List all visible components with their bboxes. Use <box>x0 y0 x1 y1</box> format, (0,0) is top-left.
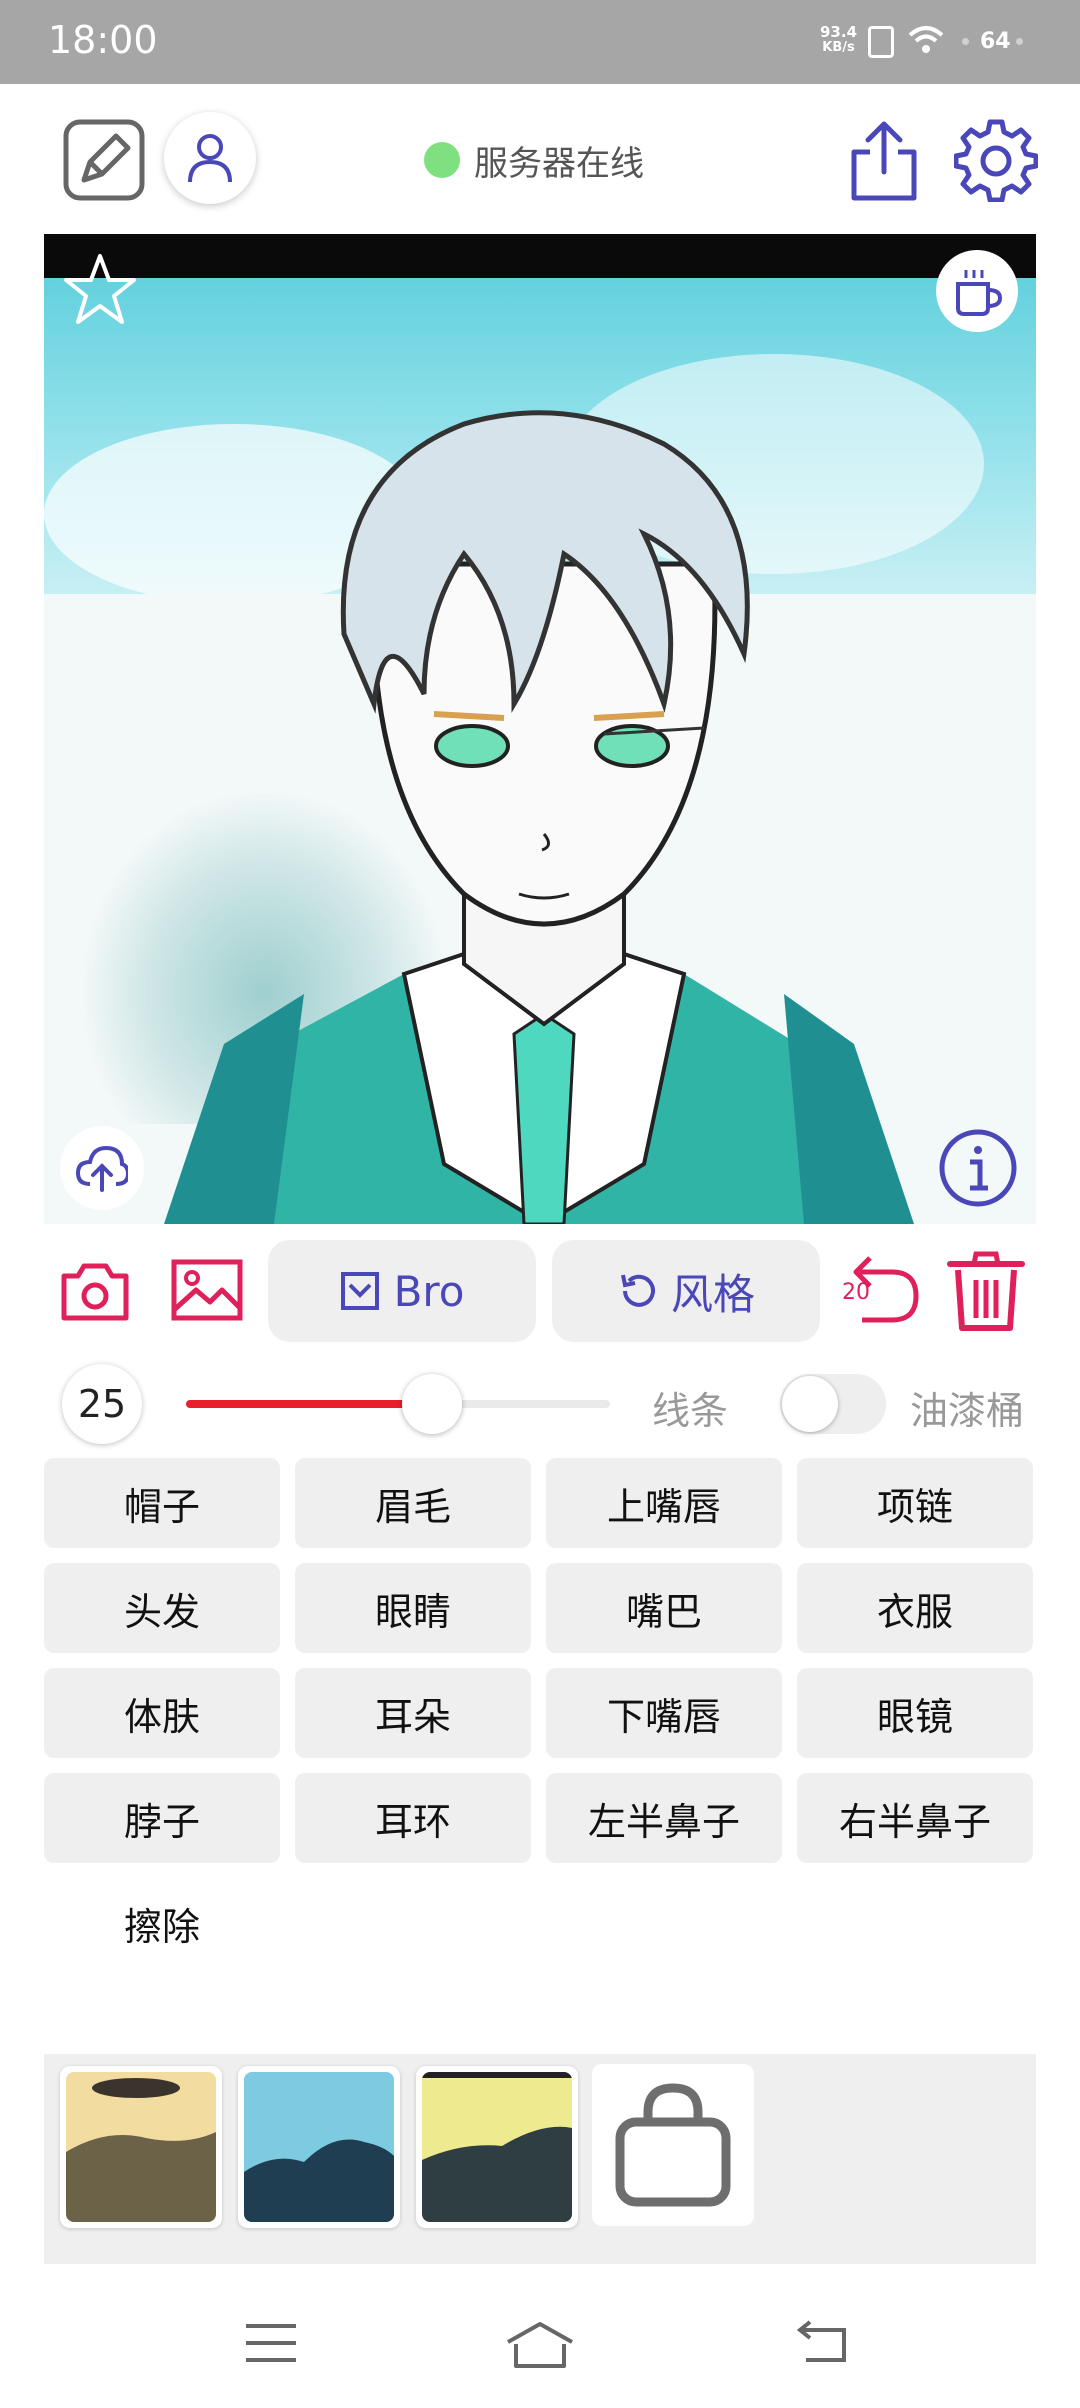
brush-size-value: 25 <box>62 1364 142 1444</box>
cloud-upload-button[interactable] <box>60 1126 144 1210</box>
part-button-neck[interactable]: 脖子 <box>44 1773 280 1863</box>
coffee-button[interactable] <box>936 250 1018 332</box>
drawing-canvas[interactable] <box>44 234 1036 1224</box>
part-button-necklace[interactable]: 项链 <box>797 1458 1033 1548</box>
part-button-lower-lip[interactable]: 下嘴唇 <box>546 1668 782 1758</box>
part-button-hat[interactable]: 帽子 <box>44 1458 280 1548</box>
battery-indicator: 64 <box>956 22 1030 62</box>
part-button-left-nose[interactable]: 左半鼻子 <box>546 1773 782 1863</box>
info-icon[interactable] <box>938 1128 1018 1208</box>
share-icon[interactable] <box>848 120 920 202</box>
part-button-clothes[interactable]: 衣服 <box>797 1563 1033 1653</box>
image-gallery-icon[interactable] <box>170 1258 244 1322</box>
menu-icon[interactable] <box>244 2320 298 2366</box>
anime-portrait-image <box>164 410 914 1224</box>
home-icon[interactable] <box>504 2320 576 2370</box>
network-rate: 93.4 KB/s <box>820 24 857 56</box>
cloud-upload-icon <box>76 1145 128 1192</box>
style-thumb-image <box>422 2072 572 2222</box>
style-label: 风格 <box>670 1269 755 1319</box>
user-button[interactable] <box>164 112 256 204</box>
bucket-mode-label: 油漆桶 <box>910 1389 1025 1433</box>
battery-level: 64 <box>980 29 1011 54</box>
favorite-star-icon[interactable] <box>62 252 138 326</box>
slider-thumb[interactable] <box>401 1374 462 1434</box>
part-button-mouth[interactable]: 嘴巴 <box>546 1563 782 1653</box>
checkbox-icon <box>340 1272 379 1310</box>
part-button-upper-lip[interactable]: 上嘴唇 <box>546 1458 782 1548</box>
line-mode-label: 线条 <box>652 1389 729 1433</box>
part-button-hair[interactable]: 头发 <box>44 1563 280 1653</box>
part-button-glasses[interactable]: 眼镜 <box>797 1668 1033 1758</box>
style-thumb-1[interactable] <box>60 2066 222 2228</box>
network-rate-unit: KB/s <box>822 40 855 55</box>
style-thumb-image <box>244 2072 394 2222</box>
status-bar: 18:00 93.4 KB/s 64 <box>0 0 1080 84</box>
erase-button[interactable]: 擦除 <box>44 1878 280 1968</box>
refresh-icon <box>621 1274 655 1307</box>
top-bar: 服务器在线 <box>0 84 1080 232</box>
style-thumb-3[interactable] <box>416 2066 578 2228</box>
bro-label: Bro <box>393 1266 465 1316</box>
style-button[interactable]: 风格 <box>552 1240 820 1342</box>
style-thumb-image <box>66 2072 216 2222</box>
undo-count: 20 <box>842 1280 870 1305</box>
camera-icon[interactable] <box>60 1260 130 1322</box>
user-icon <box>188 134 232 183</box>
network-rate-value: 93.4 <box>820 23 858 41</box>
battery-dot-icon <box>1016 38 1023 45</box>
system-nav-bar <box>0 2290 1080 2408</box>
undo-button[interactable]: 20 <box>842 1250 922 1330</box>
coffee-cup-icon <box>956 270 1002 316</box>
trash-icon[interactable] <box>946 1250 1026 1332</box>
style-thumbnails <box>44 2054 1036 2264</box>
slider-fill <box>186 1400 432 1408</box>
back-icon[interactable] <box>796 2320 850 2366</box>
toggle-knob <box>782 1376 838 1432</box>
brush-size-slider[interactable] <box>186 1374 610 1434</box>
sim-icon <box>868 26 894 58</box>
status-time: 18:00 <box>48 18 158 62</box>
server-status: 服务器在线 <box>424 138 644 184</box>
part-button-earrings[interactable]: 耳环 <box>295 1773 531 1863</box>
settings-gear-icon[interactable] <box>954 118 1038 202</box>
server-status-text: 服务器在线 <box>474 143 644 184</box>
part-button-right-nose[interactable]: 右半鼻子 <box>797 1773 1033 1863</box>
part-button-skin[interactable]: 体肤 <box>44 1668 280 1758</box>
part-button-eyebrow[interactable]: 眉毛 <box>295 1458 531 1548</box>
wifi-icon <box>908 26 944 53</box>
bro-button[interactable]: Bro <box>268 1240 536 1342</box>
tool-row: Bro 风格 20 <box>0 1236 1080 1346</box>
sketch-mode-icon[interactable] <box>62 118 146 202</box>
battery-dot-icon <box>962 38 969 45</box>
style-thumb-2[interactable] <box>238 2066 400 2228</box>
style-shop-button[interactable] <box>592 2064 754 2226</box>
brush-row: 25 线条 油漆桶 <box>0 1356 1080 1448</box>
bucket-toggle[interactable] <box>780 1374 886 1434</box>
part-button-ears[interactable]: 耳朵 <box>295 1668 531 1758</box>
status-dot-icon <box>424 142 460 178</box>
part-button-eyes[interactable]: 眼睛 <box>295 1563 531 1653</box>
shopping-bag-icon <box>615 2083 731 2207</box>
